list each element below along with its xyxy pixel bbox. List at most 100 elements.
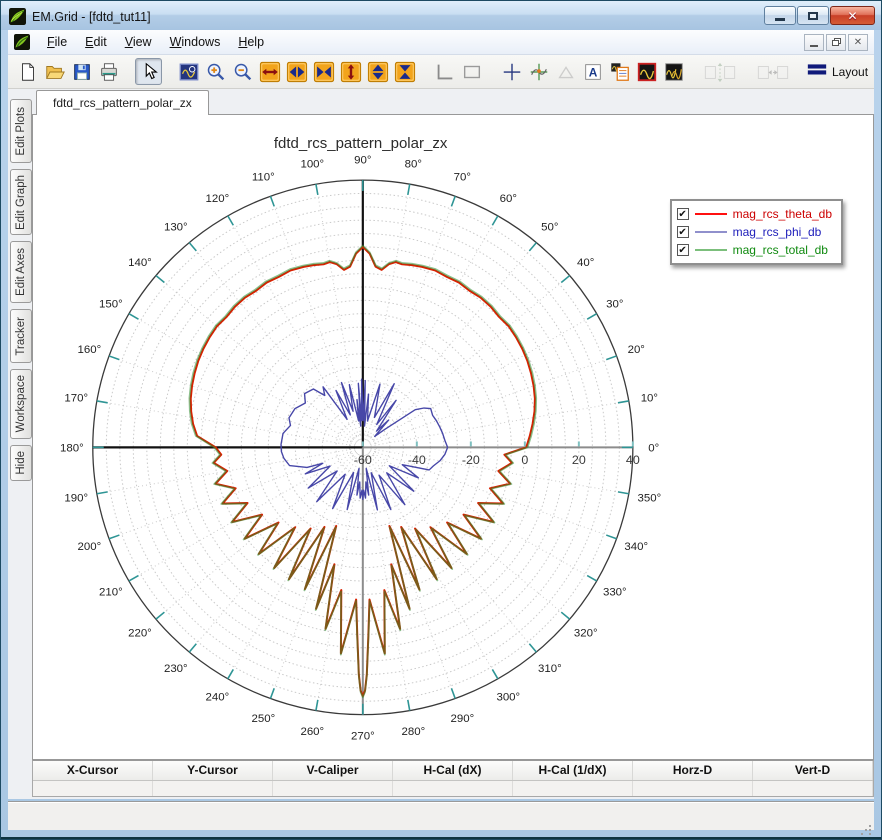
- sidebar-tab-edit-axes[interactable]: Edit Axes: [10, 241, 32, 303]
- layout-button-label[interactable]: Layout: [832, 65, 868, 79]
- axes-icon[interactable]: [431, 58, 458, 85]
- full-extent-h-icon[interactable]: [256, 58, 283, 85]
- window-border-edge: [1, 837, 881, 839]
- legend-label: mag_rcs_total_db: [733, 243, 828, 257]
- angle-tick-label: 0°: [648, 442, 659, 454]
- legend-checkbox[interactable]: ✔: [677, 244, 689, 256]
- radial-tick-label: 0: [521, 453, 528, 467]
- app-window: EM.Grid - [fdtd_tut11] ✕ FileEditViewWin…: [0, 0, 882, 840]
- angle-tick-label: 220°: [128, 627, 152, 639]
- angle-tick-label: 270°: [351, 730, 375, 742]
- angle-tick-label: 50°: [541, 222, 558, 234]
- status-bar: [8, 801, 874, 830]
- mdi-restore-button[interactable]: [826, 34, 846, 51]
- sidebar-tab-edit-graph[interactable]: Edit Graph: [10, 169, 32, 235]
- radial-tick-label: 20: [572, 453, 586, 467]
- angle-tick-label: 90°: [354, 154, 371, 166]
- legend-label: mag_rcs_phi_db: [733, 225, 822, 239]
- text-annotation-icon[interactable]: A: [579, 58, 606, 85]
- angle-tick-label: 140°: [128, 257, 152, 269]
- angle-tick-label: 30°: [606, 298, 623, 310]
- document-icon: [14, 34, 30, 50]
- print-icon[interactable]: [95, 58, 122, 85]
- expand-v-icon[interactable]: [364, 58, 391, 85]
- split-h-icon: [753, 58, 793, 85]
- legend-checkbox[interactable]: ✔: [677, 226, 689, 238]
- tracker-column-header: Vert-D: [753, 761, 873, 780]
- window-title: EM.Grid - [fdtd_tut11]: [32, 10, 764, 24]
- angle-tick-label: 10°: [641, 392, 658, 404]
- tracker-header-row: X-CursorY-CursorV-CaliperH-Cal (dX)H-Cal…: [33, 761, 873, 781]
- legend-row: ✔ mag_rcs_phi_db: [677, 223, 832, 241]
- zoom-window-icon[interactable]: [175, 58, 202, 85]
- tracker-value-cell: [393, 781, 513, 796]
- shrink-h-icon[interactable]: [310, 58, 337, 85]
- tracker-value-row: [33, 781, 873, 796]
- layout-icon[interactable]: [806, 58, 828, 85]
- chart-legend: ✔ mag_rcs_theta_db ✔ mag_rcs_phi_db ✔ mag_rcs…: [670, 199, 843, 265]
- tracker-icon[interactable]: [525, 58, 552, 85]
- full-extent-v-icon[interactable]: [337, 58, 364, 85]
- tracker-value-cell: [513, 781, 633, 796]
- minimize-button[interactable]: [764, 6, 796, 25]
- tracker-column-header: X-Cursor: [33, 761, 153, 780]
- maximize-button[interactable]: [797, 6, 829, 25]
- legend-checkbox[interactable]: ✔: [677, 208, 689, 220]
- radial-tick-label: -60: [354, 453, 372, 467]
- expand-h-icon[interactable]: [283, 58, 310, 85]
- overlay-plots-icon[interactable]: [660, 58, 687, 85]
- sidebar-tab-edit-plots[interactable]: Edit Plots: [10, 99, 32, 163]
- zoom-out-icon[interactable]: [229, 58, 256, 85]
- sidebar-tab-strip: Edit Plots Edit Graph Edit Axes Tracker Work…: [8, 89, 32, 799]
- angle-tick-label: 230°: [164, 663, 188, 675]
- zoom-in-icon[interactable]: [202, 58, 229, 85]
- mdi-close-button[interactable]: ✕: [848, 34, 868, 51]
- chart-title: fdtd_rcs_pattern_polar_zx: [33, 135, 688, 152]
- legend-icon[interactable]: [606, 58, 633, 85]
- angle-tick-label: 190°: [64, 492, 88, 504]
- legend-label: mag_rcs_theta_db: [733, 207, 832, 221]
- sidebar-tab-workspace[interactable]: Workspace: [10, 369, 32, 439]
- angle-tick-label: 100°: [300, 159, 324, 171]
- angle-tick-label: 150°: [99, 298, 123, 310]
- content-area: fdtd_rcs_pattern_polar_zx 0°10°20°30°40°…: [32, 89, 874, 799]
- radial-tick-label: -20: [462, 453, 480, 467]
- sidebar-tab-tracker[interactable]: Tracker: [10, 309, 32, 363]
- tracker-value-cell: [153, 781, 273, 796]
- menu-windows[interactable]: Windows: [161, 32, 230, 52]
- shrink-v-icon[interactable]: [391, 58, 418, 85]
- document-tab[interactable]: fdtd_rcs_pattern_polar_zx: [36, 90, 209, 115]
- grid-box-icon[interactable]: [458, 58, 485, 85]
- angle-tick-label: 330°: [603, 586, 627, 598]
- tracker-column-header: H-Cal (1/dX): [513, 761, 633, 780]
- angle-tick-label: 260°: [300, 726, 324, 738]
- tracker-value-cell: [633, 781, 753, 796]
- mdi-window-controls: ✕: [804, 34, 870, 51]
- new-file-icon[interactable]: [14, 58, 41, 85]
- pointer-icon[interactable]: [135, 58, 162, 85]
- sidebar-tab-hide[interactable]: Hide: [10, 445, 32, 481]
- mdi-minimize-button[interactable]: [804, 34, 824, 51]
- plot-panel: 0°10°20°30°40°50°60°70°80°90°100°110°120…: [32, 115, 874, 760]
- resize-grip[interactable]: [869, 825, 871, 827]
- angle-tick-label: 170°: [64, 392, 88, 404]
- crosshair-icon[interactable]: [498, 58, 525, 85]
- edit-plot-icon[interactable]: [633, 58, 660, 85]
- save-icon[interactable]: [68, 58, 95, 85]
- caliper-icon: [552, 58, 579, 85]
- menu-file[interactable]: File: [38, 32, 76, 52]
- menu-view[interactable]: View: [116, 32, 161, 52]
- angle-tick-label: 110°: [252, 172, 275, 184]
- tracker-value-cell: [33, 781, 153, 796]
- angle-tick-label: 70°: [454, 172, 471, 184]
- angle-tick-label: 130°: [164, 222, 188, 234]
- radial-tick-label: -40: [408, 453, 426, 467]
- document-tab-bar: fdtd_rcs_pattern_polar_zx: [32, 89, 874, 115]
- menu-edit[interactable]: Edit: [76, 32, 116, 52]
- close-button[interactable]: ✕: [830, 6, 875, 25]
- menu-help[interactable]: Help: [229, 32, 273, 52]
- angle-tick-label: 310°: [538, 663, 562, 675]
- series-mag_rcs_phi_db: [281, 379, 448, 510]
- open-file-icon[interactable]: [41, 58, 68, 85]
- angle-tick-label: 300°: [496, 692, 520, 704]
